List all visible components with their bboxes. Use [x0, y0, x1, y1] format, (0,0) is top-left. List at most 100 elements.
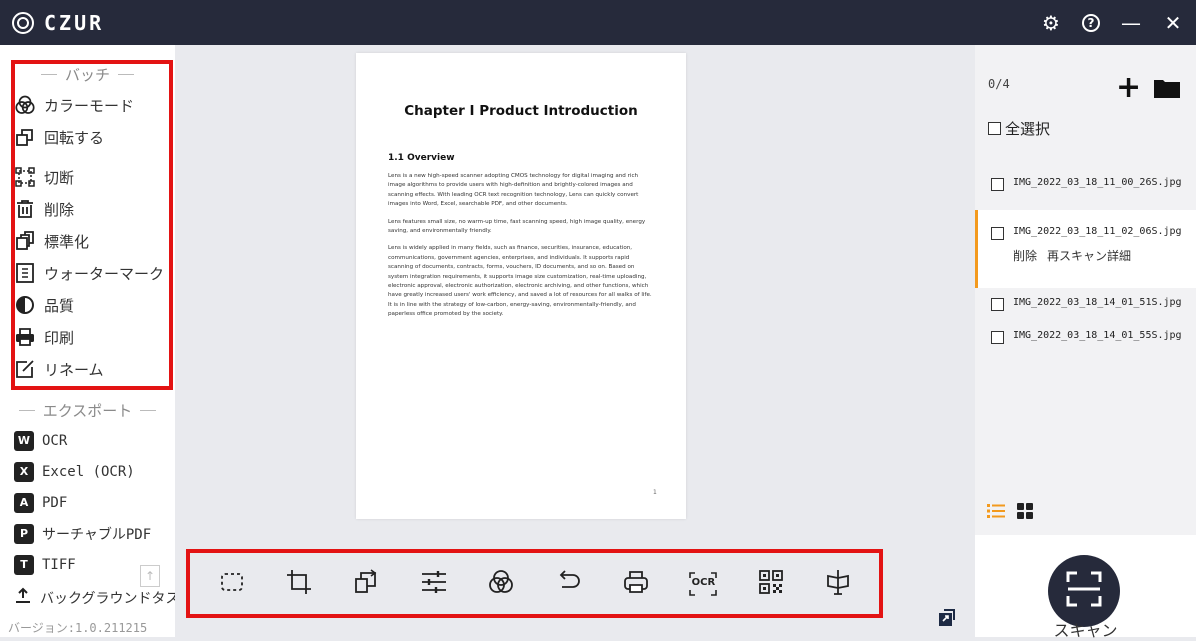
quality-icon: [14, 294, 36, 316]
adjust-icon: [420, 569, 448, 599]
rotate-icon: [353, 569, 379, 599]
scan-label: スキャン: [1053, 621, 1118, 640]
edit-toolbar: OCR: [190, 552, 880, 616]
doc-section: 1.1 Overview: [388, 153, 455, 163]
czur-logo-icon: [12, 11, 34, 34]
upload-icon: [14, 587, 32, 609]
sidebar-item-label: 回転する: [44, 128, 105, 147]
checkbox-icon[interactable]: [991, 178, 1004, 191]
select-area-button[interactable]: [212, 564, 252, 604]
sidebar-item-label: 品質: [44, 296, 75, 315]
scan-icon: [1065, 570, 1103, 612]
sidebar-footer: ↑ バックグラウンドタスク バージョン:1.0.211215: [0, 537, 175, 636]
color-mode-icon: [14, 94, 36, 116]
close-icon[interactable]: ✕: [1162, 13, 1184, 33]
rotate-page-icon[interactable]: [938, 609, 956, 627]
scroll-top-icon[interactable]: ↑: [140, 565, 160, 587]
word-icon: W: [14, 430, 34, 451]
qr-code-icon: [758, 570, 783, 598]
sidebar-item-label: リネーム: [44, 360, 104, 379]
flatten-icon: [825, 569, 851, 599]
checkbox-icon[interactable]: [991, 227, 1004, 240]
batch-section: バッチ カラーモード 回転する 切断 削除 標準化 ウォーターマーク 品質 印刷…: [0, 45, 175, 385]
window-controls: ⚙ ? — ✕: [1040, 0, 1184, 45]
file-item-content: IMG_2022_03_18_11_02_06S.jpg 削除 再スキャン 詳細: [1013, 226, 1182, 264]
list-view-icon[interactable]: [987, 503, 1005, 523]
document-preview: Chapter I Product Introduction 1.1 Overv…: [356, 53, 686, 519]
print-icon: [14, 326, 36, 348]
doc-paragraph: Lens is a new high-speed scanner adoptin…: [388, 173, 639, 208]
trash-icon: [14, 198, 36, 220]
crop-icon: [14, 166, 36, 188]
print-button[interactable]: [616, 564, 656, 604]
checkbox-icon[interactable]: [991, 331, 1004, 344]
ocr-button[interactable]: OCR: [683, 564, 723, 604]
title-bar: CZUR ⚙ ? — ✕: [0, 0, 1196, 45]
select-area-icon: [219, 569, 245, 599]
sidebar-item-label: 削除: [44, 200, 75, 219]
version-label: バージョン:1.0.211215: [8, 621, 148, 635]
file-item[interactable]: IMG_2022_03_18_11_00_26S.jpg: [975, 177, 1196, 191]
standardize-icon: [14, 230, 36, 252]
doc-page-number: 1: [653, 489, 657, 496]
rotate-button[interactable]: [346, 564, 386, 604]
color-mode-button[interactable]: [481, 564, 521, 604]
ocr-icon: OCR: [689, 572, 718, 596]
checkbox-icon[interactable]: [991, 298, 1004, 311]
sidebar-item-rename[interactable]: リネーム: [0, 353, 175, 385]
help-icon[interactable]: ?: [1082, 13, 1100, 32]
sidebar-item-crop[interactable]: 切断: [0, 161, 175, 193]
folder-icon[interactable]: [1154, 78, 1180, 102]
color-mode-icon: [488, 569, 514, 599]
rename-icon: [14, 358, 36, 380]
delete-file-link[interactable]: 削除: [1013, 247, 1037, 264]
file-list-area: 0/4 + 全選択 IMG_2022_03_18_11_00_26S.jpg I…: [975, 45, 1196, 535]
sidebar-item-watermark[interactable]: ウォーターマーク: [0, 257, 175, 289]
settings-gear-icon[interactable]: ⚙: [1040, 13, 1062, 33]
rescan-file-link[interactable]: 再スキャン: [1047, 247, 1107, 264]
pdf-icon: A: [14, 492, 34, 513]
crop-icon: [286, 569, 312, 599]
selection-counter: 0/4: [988, 77, 1010, 91]
sidebar-item-standardize[interactable]: 標準化: [0, 225, 175, 257]
select-all-checkbox[interactable]: 全選択: [988, 118, 1050, 139]
doc-paragraph: Lens is widely applied in many fields, s…: [388, 245, 652, 318]
sidebar-item-label: 印刷: [44, 328, 75, 347]
add-icon[interactable]: +: [1116, 73, 1141, 103]
grid-view-icon[interactable]: [1017, 503, 1033, 523]
qr-code-button[interactable]: [751, 564, 791, 604]
view-toggle: [987, 503, 1033, 523]
sidebar-item-label: 切断: [44, 168, 75, 187]
minimize-icon[interactable]: —: [1120, 13, 1142, 33]
export-pdf-button[interactable]: A PDF: [0, 487, 175, 518]
file-panel: 0/4 + 全選択 IMG_2022_03_18_11_00_26S.jpg I…: [975, 45, 1196, 640]
flatten-button[interactable]: [818, 564, 858, 604]
sidebar-item-rotate[interactable]: 回転する: [0, 121, 175, 153]
doc-paragraph: Lens features small size, no warm-up tim…: [388, 218, 646, 235]
file-item[interactable]: IMG_2022_03_18_14_01_55S.jpg: [975, 330, 1196, 344]
export-excel-button[interactable]: X Excel (OCR): [0, 456, 175, 487]
watermark-icon: [14, 262, 36, 284]
sidebar-item-print[interactable]: 印刷: [0, 321, 175, 353]
adjust-button[interactable]: [414, 564, 454, 604]
crop-button[interactable]: [279, 564, 319, 604]
scan-area: スキャン: [975, 535, 1196, 640]
app-logo: CZUR: [12, 11, 104, 35]
file-item[interactable]: IMG_2022_03_18_14_01_51S.jpg: [975, 297, 1196, 311]
file-item-active[interactable]: IMG_2022_03_18_11_02_06S.jpg 削除 再スキャン 詳細: [975, 210, 1196, 288]
rotate-icon: [14, 126, 36, 148]
sidebar-item-delete[interactable]: 削除: [0, 193, 175, 225]
undo-icon: [556, 569, 582, 599]
file-details-link[interactable]: 詳細: [1107, 247, 1131, 264]
app-name: CZUR: [44, 10, 105, 35]
batch-heading: バッチ: [0, 59, 175, 89]
print-icon: [623, 569, 649, 599]
sidebar-item-quality[interactable]: 品質: [0, 289, 175, 321]
excel-icon: X: [14, 461, 34, 482]
export-heading: エクスポート: [0, 395, 175, 425]
sidebar-item-label: ウォーターマーク: [44, 264, 165, 283]
sidebar-item-color-mode[interactable]: カラーモード: [0, 89, 175, 121]
undo-button[interactable]: [549, 564, 589, 604]
sidebar-item-label: 標準化: [44, 232, 90, 251]
export-ocr-button[interactable]: W OCR: [0, 425, 175, 456]
